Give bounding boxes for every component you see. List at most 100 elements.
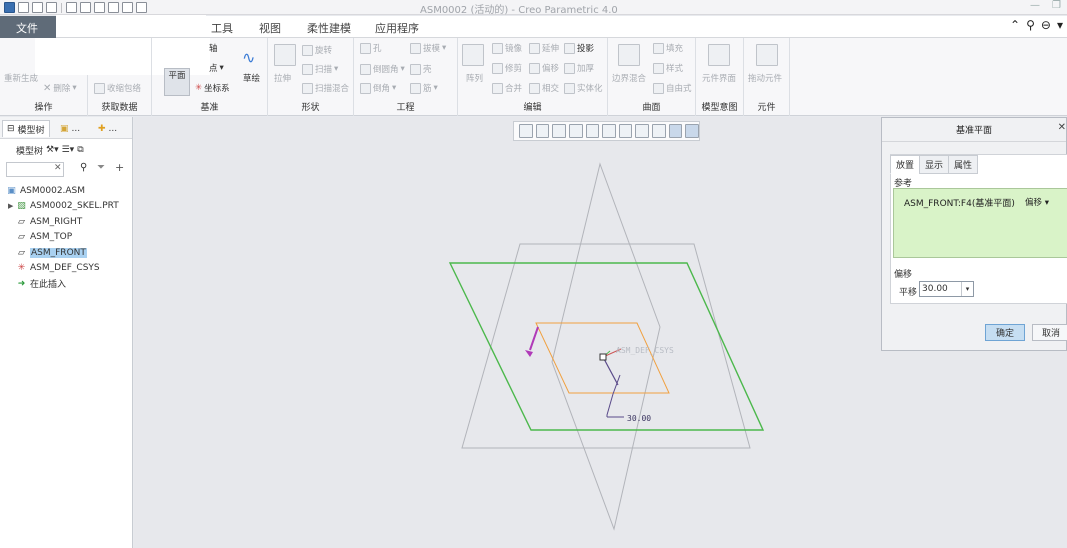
annotation-display-icon[interactable]	[668, 124, 683, 138]
shell-button[interactable]: 壳	[410, 63, 432, 75]
direction-arrow[interactable]	[529, 326, 539, 351]
search-icon[interactable]: ⚲	[1026, 18, 1035, 32]
add-icon[interactable]: +	[115, 161, 124, 174]
shrinkwrap-button[interactable]: 收缩包络	[94, 82, 141, 94]
rib-button[interactable]: 筋 ▾	[410, 82, 438, 94]
datum-display-icon[interactable]	[652, 124, 666, 138]
tree-item-asm-def-csys[interactable]: ✳ ASM_DEF_CSYS	[0, 261, 133, 277]
axis-button[interactable]: 轴	[209, 42, 218, 54]
plane-button[interactable]: 平面	[164, 68, 190, 96]
saved-orientations-icon[interactable]	[602, 124, 616, 138]
extend-button[interactable]: 延伸	[529, 42, 559, 54]
spin-center-icon[interactable]	[685, 124, 700, 138]
dropdown-icon[interactable]: ▾	[1057, 18, 1063, 32]
delete-button[interactable]: ✕ 删除 ▾	[43, 82, 77, 95]
ok-button[interactable]: 确定	[985, 324, 1025, 341]
help-icon[interactable]: ⊖	[1041, 18, 1051, 32]
thicken-button[interactable]: 加厚	[564, 62, 594, 74]
sketch-icon[interactable]: ∿	[242, 48, 255, 67]
tab-model-tree[interactable]: ⊟ 模型树	[2, 120, 50, 137]
app-icon[interactable]	[4, 2, 15, 13]
sweep-button[interactable]: 扫描 ▾	[302, 63, 338, 75]
tab-view[interactable]: 视图	[259, 20, 281, 36]
sketch-button[interactable]: 草绘	[243, 72, 260, 84]
tree-tools-icon[interactable]: ⚒▾	[46, 145, 59, 155]
chevron-down-icon[interactable]: ▾	[961, 282, 973, 296]
solidify-button[interactable]: 实体化	[564, 82, 603, 94]
translation-input[interactable]: 30.00 ▾	[919, 281, 974, 297]
datum-plane-top[interactable]	[461, 243, 751, 449]
revolve-button[interactable]: 旋转	[302, 44, 332, 56]
style-button[interactable]: 样式	[653, 62, 683, 74]
dimension-value[interactable]: 30.00	[627, 414, 651, 423]
tab-folder-browser[interactable]: ▣...	[56, 120, 84, 137]
tab-favorites[interactable]: ✚...	[94, 120, 121, 137]
drag-components-button[interactable]: 拖动元件	[748, 72, 782, 84]
tree-filters-icon[interactable]: ⧉	[77, 145, 83, 155]
freestyle-button[interactable]: 自由式	[653, 82, 692, 94]
filter-icon[interactable]: ⏷	[97, 162, 105, 173]
csys-button[interactable]: ✳ 坐标系	[195, 82, 230, 94]
boundary-blend-button[interactable]: 边界混合	[612, 72, 646, 84]
tab-flexible-modeling[interactable]: 柔性建模	[307, 20, 351, 36]
tree-item-skel[interactable]: ▶ ▧ ASM0002_SKEL.PRT	[0, 199, 133, 215]
mirror-button[interactable]: 镜像	[492, 42, 522, 54]
preview-plane[interactable]	[448, 262, 765, 431]
draft-button[interactable]: 拔模 ▾	[410, 42, 446, 54]
project-button[interactable]: 投影	[564, 42, 594, 54]
new-file-icon[interactable]	[18, 2, 29, 13]
tab-tools[interactable]: 工具	[211, 20, 233, 36]
constraint-type-dropdown[interactable]: 偏移 ▾	[1025, 196, 1049, 208]
intersect-button[interactable]: 相交	[529, 82, 559, 94]
tab-applications[interactable]: 应用程序	[375, 20, 419, 36]
restore-icon[interactable]: ❐	[1052, 0, 1061, 11]
tab-display[interactable]: 显示	[919, 155, 950, 174]
regenerate-button[interactable]: 重新生成	[4, 72, 38, 84]
references-collector[interactable]: ASM_FRONT:F4(基准平面) 偏移 ▾	[893, 188, 1067, 258]
redo-icon[interactable]	[80, 2, 91, 13]
chamfer-button[interactable]: 倒角 ▾	[360, 82, 396, 94]
point-button[interactable]: 点 ▾	[209, 62, 224, 74]
tab-placement[interactable]: 放置	[890, 155, 921, 174]
repaint-icon[interactable]	[568, 124, 583, 138]
cancel-button[interactable]: 取消	[1032, 324, 1067, 341]
customize-toolbar-icon[interactable]	[136, 2, 147, 13]
tab-properties[interactable]: 属性	[948, 155, 979, 174]
hole-button[interactable]: 孔	[360, 42, 382, 54]
refit-icon[interactable]	[519, 124, 533, 138]
component-interface-button[interactable]: 元件界面	[702, 72, 736, 84]
tree-item-insert-here[interactable]: ➜ 在此插入	[0, 276, 133, 292]
pattern-button[interactable]: 阵列	[466, 72, 483, 84]
regenerate-icon[interactable]	[94, 2, 105, 13]
expand-icon[interactable]: ▶	[8, 202, 16, 210]
open-file-icon[interactable]	[32, 2, 43, 13]
swept-blend-button[interactable]: 扫描混合	[302, 82, 349, 94]
offset-drag-handle[interactable]	[599, 353, 607, 361]
clear-search-icon[interactable]: ✕	[54, 163, 62, 173]
chevron-up-icon[interactable]: ⌃	[1010, 18, 1020, 32]
file-menu-tab[interactable]: 文件	[0, 16, 56, 38]
zoom-out-icon[interactable]	[552, 124, 566, 138]
display-style-icon[interactable]	[585, 124, 600, 138]
undo-icon[interactable]	[66, 2, 77, 13]
tree-item-asm[interactable]: ▣ ASM0002.ASM	[0, 183, 133, 199]
merge-button[interactable]: 合并	[492, 82, 522, 94]
tree-settings-icon[interactable]: ☰▾	[62, 145, 75, 155]
fill-button[interactable]: 填充	[653, 42, 683, 54]
zoom-in-icon[interactable]	[535, 124, 550, 138]
find-icon[interactable]: ⚲	[80, 162, 87, 173]
close-icon[interactable]: ✕	[1058, 122, 1066, 133]
perspective-icon[interactable]	[635, 124, 650, 138]
round-button[interactable]: 倒圆角 ▾	[360, 63, 405, 75]
close-window-icon[interactable]	[122, 2, 133, 13]
view-manager-icon[interactable]	[618, 124, 633, 138]
save-icon[interactable]	[46, 2, 57, 13]
tree-item-asm-top[interactable]: ▱ ASM_TOP	[0, 230, 133, 246]
extrude-button[interactable]: 拉伸	[274, 72, 291, 84]
trim-button[interactable]: 修剪	[492, 62, 522, 74]
minimize-icon[interactable]: —	[1030, 0, 1040, 11]
offset-button[interactable]: 偏移	[529, 62, 559, 74]
tree-item-asm-right[interactable]: ▱ ASM_RIGHT	[0, 214, 133, 230]
windows-icon[interactable]	[108, 2, 119, 13]
tree-item-asm-front[interactable]: ▱ ASM_FRONT	[0, 245, 133, 261]
